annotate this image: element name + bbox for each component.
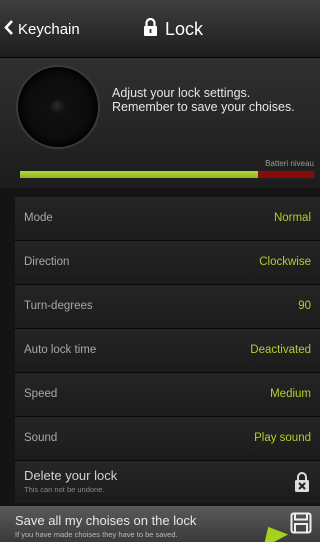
lock-header: Adjust your lock settings. Remember to s… [0, 58, 320, 188]
header-message-line-1: Adjust your lock settings. [112, 86, 251, 100]
setting-row-direction[interactable]: Direction Clockwise [15, 241, 320, 285]
setting-value: Normal [273, 212, 311, 224]
navigation-bar: Keychain Lock [0, 0, 320, 58]
save-icon [290, 512, 312, 539]
setting-label: Auto lock time [24, 344, 97, 356]
lock-dial-image [18, 67, 98, 147]
header-message: Adjust your lock settings. Remember to s… [112, 86, 312, 114]
page-title: Lock [143, 17, 203, 41]
save-settings-button[interactable]: Save all my choises on the lock If you h… [0, 506, 320, 542]
setting-label: Speed [24, 388, 58, 400]
settings-list: Mode Normal Direction Clockwise Turn-deg… [15, 197, 320, 461]
page-title-text: Lock [165, 18, 204, 39]
setting-row-turn-degrees[interactable]: Turn-degrees 90 [15, 285, 320, 329]
delete-lock-subtitle: This can not be undone. [24, 485, 105, 494]
save-subtitle: If you have made choises they have to be… [15, 530, 178, 539]
lock-dial-knob [51, 100, 65, 114]
setting-label: Sound [24, 432, 58, 444]
setting-label: Mode [24, 212, 53, 224]
lock-delete-icon [294, 471, 310, 498]
save-title: Save all my choises on the lock [15, 513, 197, 528]
chevron-left-icon [4, 19, 18, 39]
battery-fill [20, 171, 259, 178]
setting-value: Clockwise [259, 256, 311, 268]
setting-row-sound[interactable]: Sound Play sound [15, 417, 320, 461]
setting-value: Medium [270, 388, 311, 400]
delete-lock-title: Delete your lock [24, 468, 118, 483]
battery-label: Batteri niveau [265, 159, 314, 168]
back-button[interactable]: Keychain [4, 18, 80, 40]
battery-bar [19, 170, 315, 179]
delete-lock-button[interactable]: Delete your lock This can not be undone. [15, 461, 320, 503]
setting-value: Deactivated [250, 344, 311, 356]
setting-row-auto-lock-time[interactable]: Auto lock time Deactivated [15, 329, 320, 373]
lock-screen: Keychain Lock Adjust your lock settings.… [0, 0, 320, 542]
lock-icon [143, 17, 165, 41]
setting-row-speed[interactable]: Speed Medium [15, 373, 320, 417]
header-message-line-2: Remember to save your choises. [112, 100, 295, 114]
setting-row-mode[interactable]: Mode Normal [15, 197, 320, 241]
setting-value: 90 [298, 300, 311, 312]
arrow-pointer-icon [255, 520, 289, 542]
back-label: Keychain [18, 20, 80, 38]
setting-label: Turn-degrees [24, 300, 93, 312]
setting-label: Direction [24, 256, 70, 268]
setting-value: Play sound [254, 432, 311, 444]
